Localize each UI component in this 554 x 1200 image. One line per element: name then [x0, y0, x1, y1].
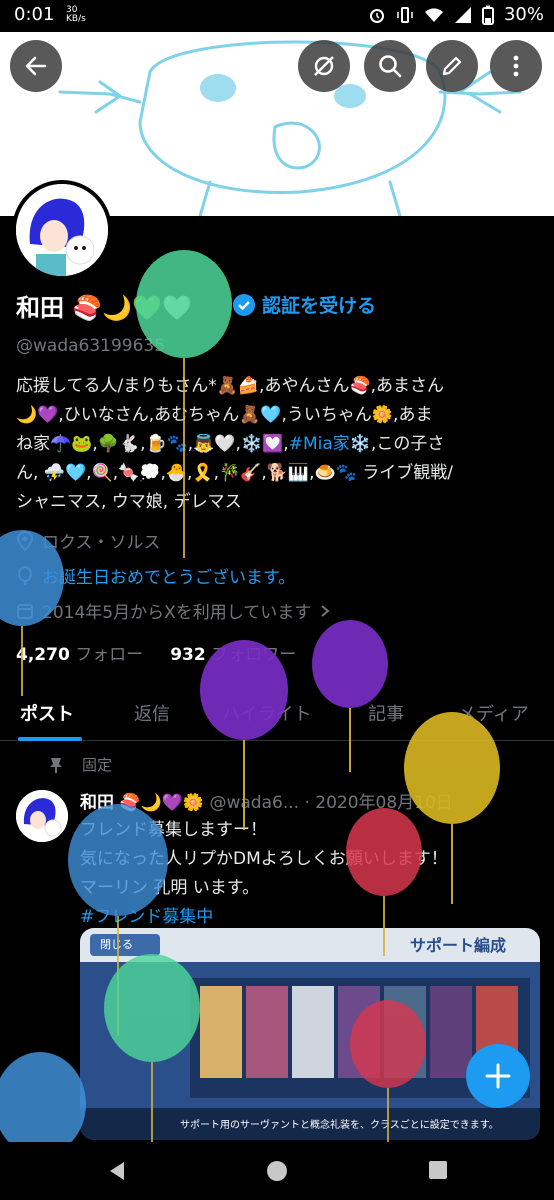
- balloon-green: [136, 250, 232, 558]
- balloon-green: [104, 954, 200, 1142]
- balloon-purple: [200, 640, 288, 830]
- balloon-yellow: [404, 712, 500, 904]
- balloons-overlay: [0, 250, 500, 1156]
- nav-home-icon[interactable]: [266, 1160, 288, 1182]
- balloon-purple: [312, 620, 388, 772]
- plus-icon: [485, 1063, 511, 1089]
- android-nav-bar: [0, 1142, 554, 1200]
- balloon-blue: [0, 1052, 86, 1156]
- balloon-red: [350, 1000, 426, 1142]
- nav-back-icon[interactable]: [106, 1160, 128, 1182]
- balloon-blue: [0, 530, 64, 696]
- balloon-red: [346, 808, 422, 956]
- compose-button[interactable]: [466, 1044, 530, 1108]
- nav-recents-icon[interactable]: [428, 1160, 448, 1180]
